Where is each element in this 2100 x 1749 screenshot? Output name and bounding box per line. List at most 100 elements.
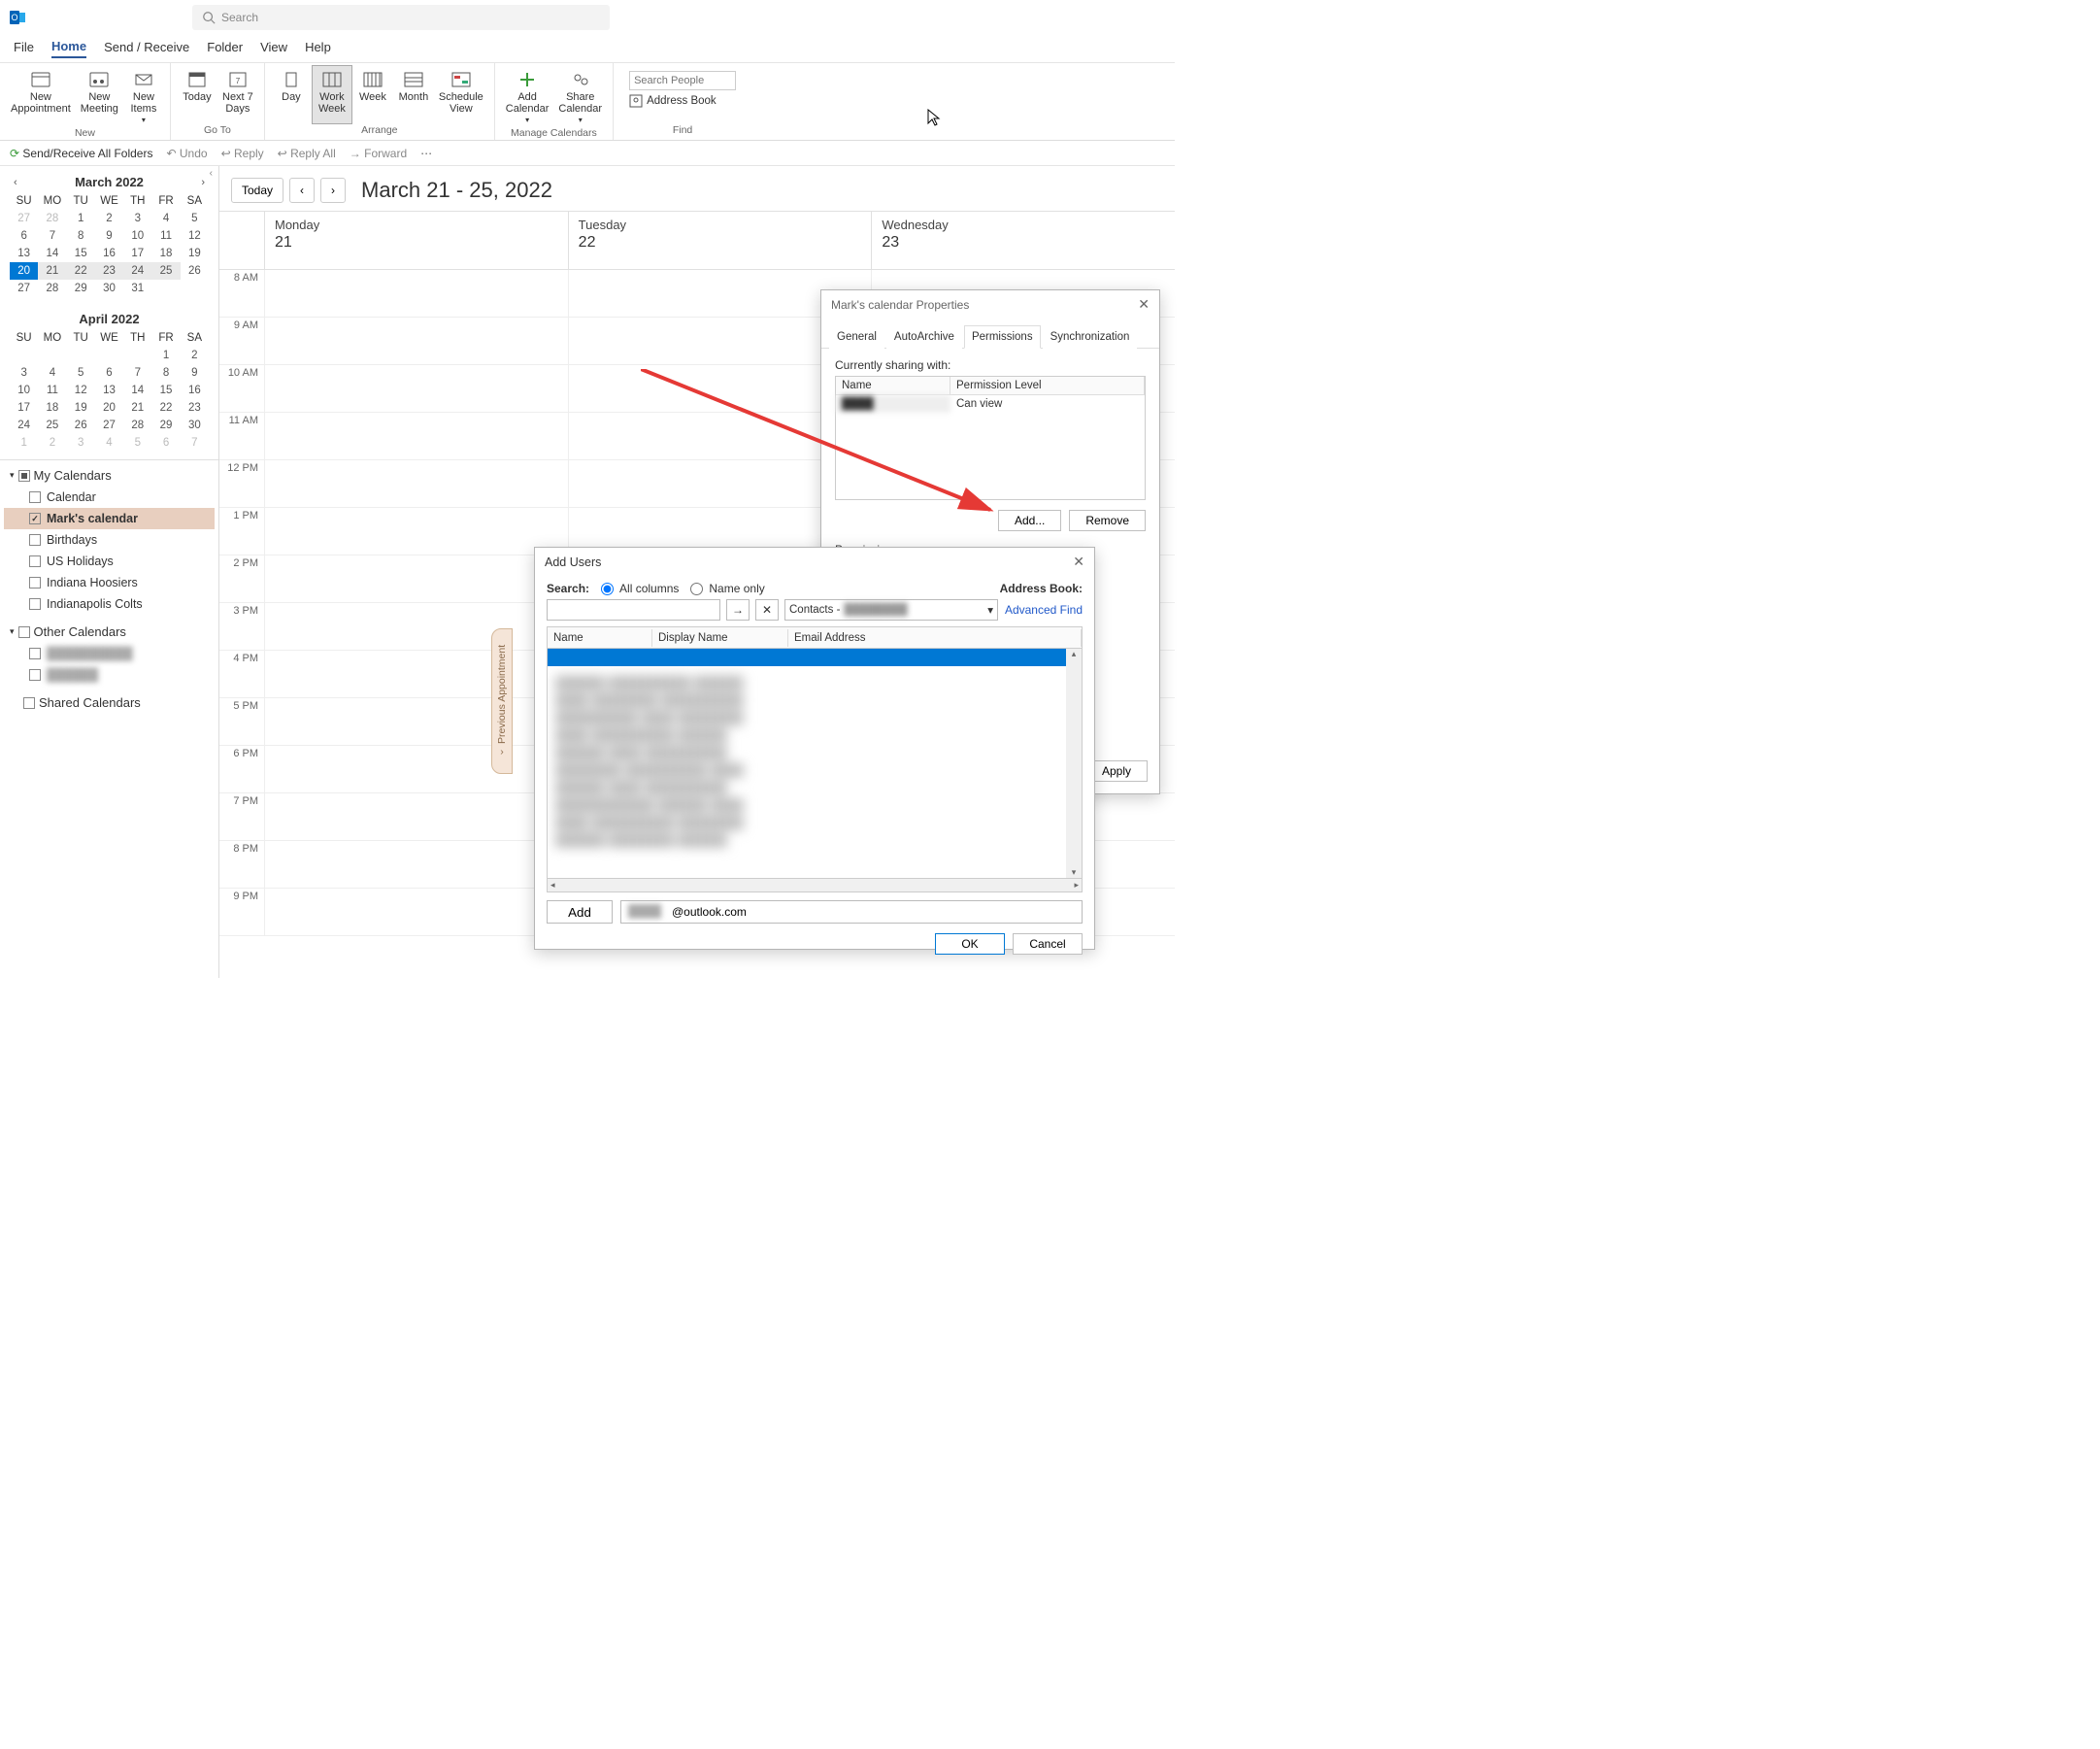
add-permission-button[interactable]: Add... (998, 510, 1061, 531)
checkbox[interactable] (29, 491, 41, 503)
sharing-list[interactable]: NamePermission Level ████Can view (835, 376, 1146, 500)
calendar-item[interactable]: Indiana Hoosiers (4, 572, 215, 593)
title-bar: O Search (0, 0, 1175, 34)
next-month-icon[interactable]: › (201, 177, 205, 188)
cancel-button[interactable]: Cancel (1013, 933, 1083, 955)
undo-icon: ↶ (166, 147, 176, 160)
add-users-dialog: Add Users ✕ Search: All columns Name onl… (534, 547, 1095, 950)
tab-synchronization[interactable]: Synchronization (1043, 325, 1138, 349)
add-selected-button[interactable]: Add (547, 900, 613, 924)
share-row[interactable]: ████Can view (836, 395, 1145, 413)
add-address-input[interactable] (620, 900, 1083, 924)
hour-label: 10 AM (219, 365, 264, 412)
remove-permission-button[interactable]: Remove (1069, 510, 1146, 531)
advanced-find-link[interactable]: Advanced Find (1005, 603, 1083, 617)
group-checkbox[interactable] (18, 470, 30, 482)
tab-general[interactable]: General (829, 325, 884, 349)
menu-home[interactable]: Home (51, 39, 86, 58)
group-checkbox[interactable] (23, 697, 35, 709)
day-header-wednesday[interactable]: Wednesday23 (871, 212, 1175, 269)
col-header-email[interactable]: Email Address (788, 629, 1082, 647)
radio-name-only[interactable] (690, 583, 703, 595)
checkbox[interactable] (29, 534, 41, 546)
month-button[interactable]: Month (393, 65, 434, 124)
checkbox[interactable] (29, 669, 41, 681)
checkbox[interactable] (29, 513, 41, 524)
group-my-calendars[interactable]: ▾ My Calendars (4, 464, 215, 487)
calendar-item[interactable]: Birthdays (4, 529, 215, 551)
calendar-item[interactable]: ██████ (4, 664, 215, 686)
hour-label: 8 PM (219, 841, 264, 888)
day-button[interactable]: Day (271, 65, 312, 124)
col-header-display[interactable]: Display Name (652, 629, 788, 647)
address-book-select[interactable]: Contacts -████████ ▾ (784, 599, 998, 621)
group-checkbox[interactable] (18, 626, 30, 638)
new-appointment-button[interactable]: New Appointment (6, 65, 76, 127)
work-week-button[interactable]: Work Week (312, 65, 352, 124)
ok-button[interactable]: OK (935, 933, 1005, 955)
week-button[interactable]: Week (352, 65, 393, 124)
previous-appointment-tab[interactable]: ‹ Previous Appointment (491, 628, 513, 774)
mini-cal-grid[interactable]: SUMOTUWETHFRSA 272812345 6789101112 1314… (10, 192, 209, 297)
calendar-item[interactable]: Indianapolis Colts (4, 593, 215, 615)
clear-button[interactable]: ✕ (755, 599, 779, 621)
search-people-input[interactable] (629, 71, 736, 90)
new-items-button[interactable]: New Items▾ (123, 65, 164, 127)
calendar-item[interactable]: Calendar (4, 487, 215, 508)
search-text-input[interactable] (547, 599, 720, 621)
send-receive-button[interactable]: ⟳ Send/Receive All Folders (10, 147, 152, 160)
menu-view[interactable]: View (260, 40, 287, 57)
col-header-name[interactable]: Name (548, 629, 652, 647)
horizontal-scrollbar[interactable]: ◂▸ (547, 879, 1083, 892)
prev-month-icon[interactable]: ‹ (14, 177, 17, 188)
checkbox[interactable] (29, 555, 41, 567)
hour-label: 9 PM (219, 889, 264, 935)
checkbox[interactable] (29, 598, 41, 610)
address-book-button[interactable]: Address Book (629, 94, 736, 108)
checkbox[interactable] (29, 648, 41, 659)
calendar-item-marks[interactable]: Mark's calendar (4, 508, 215, 529)
new-meeting-button[interactable]: New Meeting (76, 65, 123, 127)
chevron-down-icon: ▾ (525, 115, 529, 126)
radio-all-columns[interactable] (601, 583, 614, 595)
calendar-item[interactable]: US Holidays (4, 551, 215, 572)
share-calendar-button[interactable]: Share Calendar▾ (553, 65, 607, 127)
selected-user-row[interactable] (548, 649, 1066, 666)
menu-folder[interactable]: Folder (207, 40, 243, 57)
tab-autoarchive[interactable]: AutoArchive (886, 325, 962, 349)
tab-permissions[interactable]: Permissions (964, 325, 1041, 349)
schedule-view-button[interactable]: Schedule View (434, 65, 488, 124)
prev-week-button[interactable]: ‹ (289, 178, 315, 203)
calendar-item[interactable]: ██████████ (4, 643, 215, 664)
next-week-button[interactable]: › (320, 178, 346, 203)
mini-cal-grid[interactable]: SUMOTUWETHFRSA 12 3456789 10111213141516… (10, 329, 209, 452)
today-nav-button[interactable]: Today (231, 178, 283, 203)
scroll-right-icon[interactable]: ▸ (1074, 880, 1079, 891)
user-list[interactable]: ██████ ██████████ ██████████ ████████ ██… (547, 648, 1083, 879)
go-button[interactable]: → (726, 599, 750, 621)
dialog-title: Mark's calendar Properties (831, 298, 969, 312)
scroll-left-icon[interactable]: ◂ (550, 880, 555, 891)
hour-label: 3 PM (219, 603, 264, 650)
group-shared-calendars[interactable]: Shared Calendars (4, 691, 215, 714)
day-header-tuesday[interactable]: Tuesday22 (568, 212, 872, 269)
group-other-calendars[interactable]: ▾ Other Calendars (4, 621, 215, 643)
add-calendar-button[interactable]: Add Calendar▾ (501, 65, 554, 127)
overflow-icon[interactable]: ⋯ (420, 147, 432, 160)
day-header-monday[interactable]: Monday21 (264, 212, 568, 269)
scrollbar[interactable]: ▴▾ (1066, 649, 1082, 878)
menu-send-receive[interactable]: Send / Receive (104, 40, 189, 57)
global-search[interactable]: Search (192, 5, 610, 30)
chevron-down-icon: ▾ (987, 603, 993, 617)
today-button[interactable]: Today (177, 65, 217, 124)
next7-button[interactable]: 7Next 7 Days (217, 65, 258, 124)
close-icon[interactable]: ✕ (1073, 554, 1084, 570)
close-icon[interactable]: ✕ (1138, 296, 1150, 313)
menu-file[interactable]: File (14, 40, 34, 57)
scroll-down-icon[interactable]: ▾ (1072, 867, 1077, 878)
collapse-sidebar-icon[interactable]: ‹ (210, 168, 213, 179)
scroll-up-icon[interactable]: ▴ (1072, 649, 1077, 659)
menu-help[interactable]: Help (305, 40, 331, 57)
checkbox[interactable] (29, 577, 41, 589)
ribbon: New Appointment New Meeting New Items▾ N… (0, 63, 1175, 141)
